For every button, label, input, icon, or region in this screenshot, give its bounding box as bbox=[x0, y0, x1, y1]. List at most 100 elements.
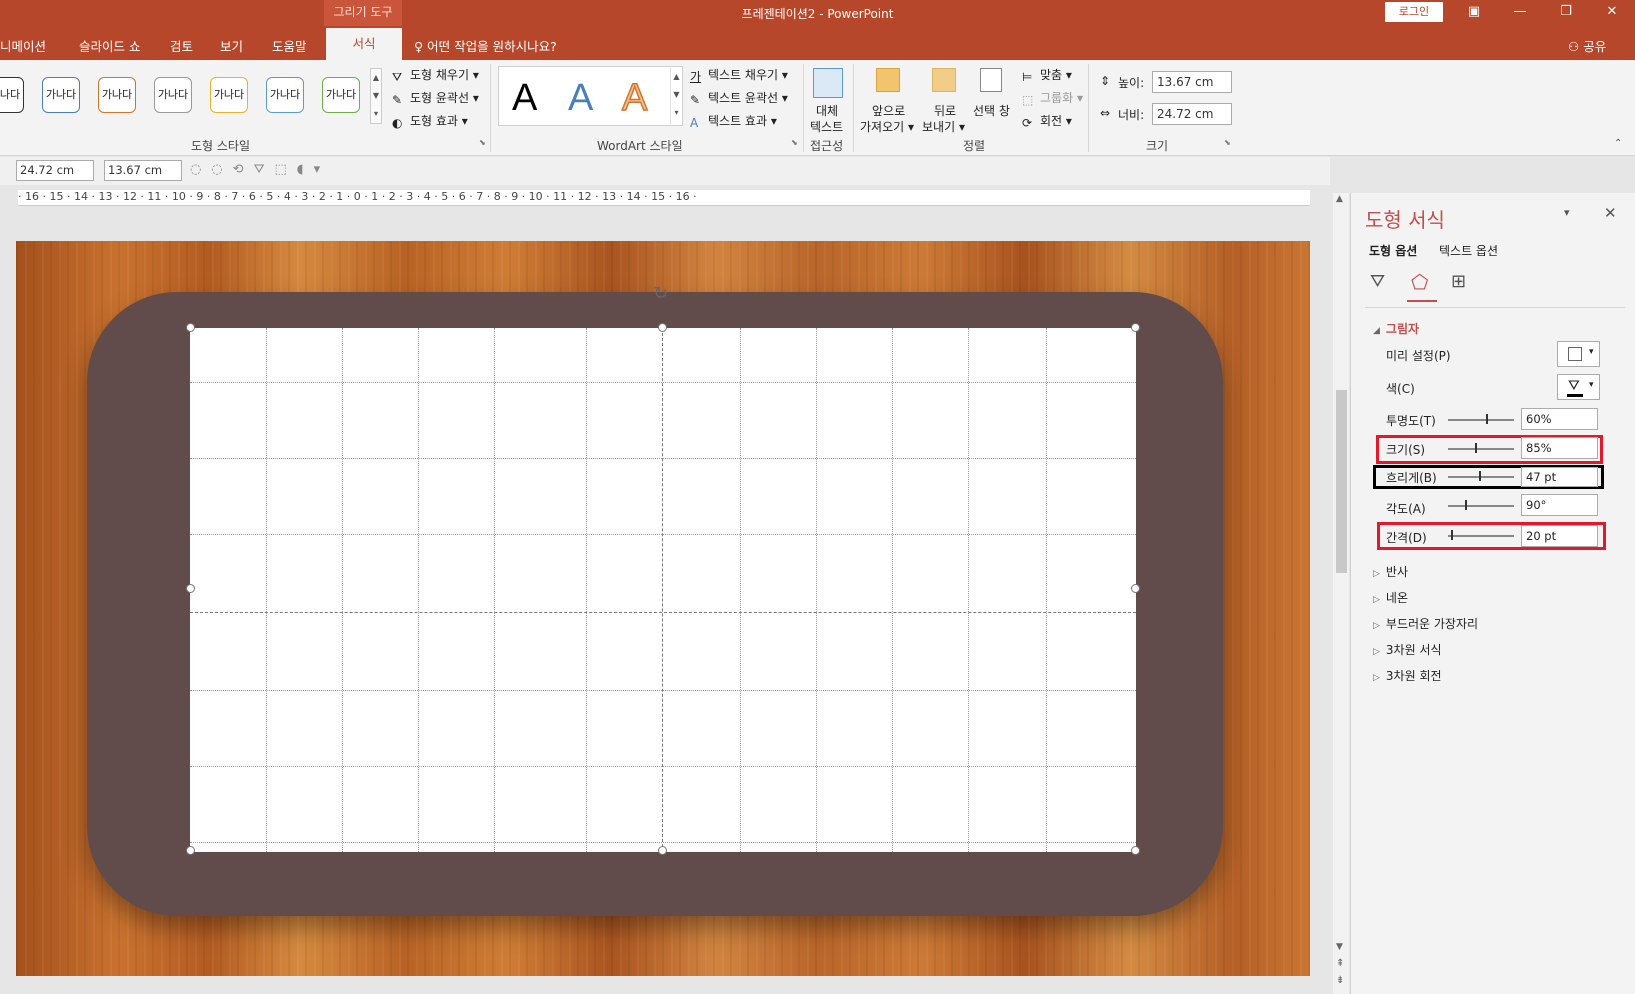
preset-dropdown[interactable]: ▾ bbox=[1557, 341, 1600, 367]
tab-slideshow[interactable]: 슬라이드 쇼 bbox=[79, 36, 140, 55]
shadow-angle-input[interactable]: 90° bbox=[1521, 494, 1598, 516]
fill-line-icon[interactable]: ⛛ bbox=[1370, 271, 1385, 292]
size-properties-icon[interactable]: ⊞ bbox=[1451, 271, 1466, 292]
text-outline-button[interactable]: ✎ 텍스트 윤곽선 ▾ bbox=[690, 89, 788, 107]
shadow-blur-slider[interactable] bbox=[1448, 476, 1514, 478]
close-window-icon[interactable]: ✕ bbox=[1595, 2, 1629, 22]
tab-animations[interactable]: 니메이션 bbox=[0, 36, 46, 55]
shadow-size-slider[interactable] bbox=[1448, 448, 1514, 450]
resize-handle-bottom[interactable] bbox=[658, 846, 667, 855]
scroll-down-icon[interactable]: ▼ bbox=[1336, 942, 1343, 952]
shadow-size-input[interactable]: 85% bbox=[1521, 437, 1598, 459]
tab-view[interactable]: 보기 bbox=[220, 36, 243, 55]
shape-style-gallery-scroll[interactable]: ▲ ▼ ▾ bbox=[370, 68, 382, 124]
next-slide-icon[interactable]: ⇟ bbox=[1336, 975, 1344, 986]
vertical-scrollbar[interactable] bbox=[1333, 193, 1349, 994]
shadow-distance-slider[interactable] bbox=[1448, 535, 1514, 537]
section-reflection[interactable]: ▷ 반사 bbox=[1373, 563, 1408, 580]
resize-handle-top[interactable] bbox=[658, 323, 667, 332]
ribbon-display-icon[interactable]: ▣ bbox=[1457, 2, 1491, 22]
shadow-color-dropdown[interactable]: ⛛ ▾ bbox=[1557, 374, 1600, 400]
shape-style-6[interactable]: 가나다 bbox=[266, 77, 304, 113]
section-soft-edges[interactable]: ▷ 부드러운 가장자리 bbox=[1373, 615, 1478, 632]
tell-me-search[interactable]: ♀ 어떤 작업을 원하시나요? bbox=[414, 36, 557, 55]
section-shadow[interactable]: ◢ 그림자 bbox=[1373, 320, 1419, 337]
rotate-handle-icon[interactable]: ↻ bbox=[653, 283, 668, 304]
shadow-blur-label: 흐리게(B) bbox=[1386, 471, 1437, 485]
slide[interactable] bbox=[16, 241, 1310, 976]
text-effect-button[interactable]: A 텍스트 효과 ▾ bbox=[690, 112, 777, 130]
wordart-gallery-scroll[interactable]: ▲ ▼ ▾ bbox=[670, 68, 682, 124]
bring-forward-line2[interactable]: 가져오기 ▾ bbox=[860, 118, 914, 135]
selection-pane-button[interactable]: 선택 창 bbox=[973, 102, 1010, 119]
shape-effect-button[interactable]: ◐ 도형 효과 ▾ bbox=[392, 112, 468, 130]
group-label-size: 크기 bbox=[1146, 139, 1169, 153]
scroll-up-icon[interactable]: ▲ bbox=[1336, 194, 1343, 204]
shape-style-2[interactable]: 가나다 bbox=[42, 77, 80, 113]
quick-height-input[interactable]: 13.67 cm bbox=[104, 160, 182, 181]
wordart-style-black[interactable]: A bbox=[512, 78, 537, 118]
transparency-slider-thumb[interactable] bbox=[1486, 414, 1488, 424]
shape-style-1[interactable]: 가나다 bbox=[0, 77, 24, 113]
shadow-distance-slider-thumb[interactable] bbox=[1451, 530, 1453, 540]
shape-style-3[interactable]: 가나다 bbox=[98, 77, 136, 113]
dialog-launcher-icon[interactable]: ⬊ bbox=[791, 138, 798, 147]
shadow-blur-slider-thumb[interactable] bbox=[1479, 471, 1481, 481]
width-input[interactable]: 24.72 cm bbox=[1152, 103, 1232, 125]
wordart-style-orange[interactable]: A bbox=[621, 77, 648, 119]
resize-handle-top-left[interactable] bbox=[186, 323, 195, 332]
dialog-launcher-icon[interactable]: ⬊ bbox=[479, 138, 486, 147]
resize-handle-bottom-right[interactable] bbox=[1131, 846, 1140, 855]
shadow-size-slider-thumb[interactable] bbox=[1475, 443, 1477, 453]
tab-format[interactable]: 서식 bbox=[326, 28, 402, 60]
minimize-icon[interactable]: — bbox=[1503, 2, 1537, 22]
resize-handle-right[interactable] bbox=[1131, 584, 1140, 593]
shadow-distance-input[interactable]: 20 pt bbox=[1521, 525, 1598, 547]
shape-style-7[interactable]: 가나다 bbox=[322, 77, 360, 113]
shape-style-5[interactable]: 가나다 bbox=[210, 77, 248, 113]
bring-forward-line1[interactable]: 앞으로 bbox=[872, 102, 905, 119]
effects-pentagon-icon[interactable]: ⬠ bbox=[1411, 270, 1428, 294]
pane-close-icon[interactable]: ✕ bbox=[1604, 204, 1617, 222]
tab-text-options[interactable]: 텍스트 옵션 bbox=[1439, 242, 1498, 259]
tab-review[interactable]: 검토 bbox=[170, 36, 193, 55]
send-backward-line2[interactable]: 보내기 ▾ bbox=[922, 118, 965, 135]
restore-icon[interactable]: ❐ bbox=[1549, 2, 1583, 22]
alt-text-button-line2[interactable]: 텍스트 bbox=[810, 118, 843, 135]
resize-handle-bottom-left[interactable] bbox=[186, 846, 195, 855]
shadow-blur-input[interactable]: 47 pt bbox=[1521, 467, 1598, 487]
rotate-button[interactable]: ⟳ 회전 ▾ bbox=[1022, 112, 1072, 130]
section-3d-format[interactable]: ▷ 3차원 서식 bbox=[1373, 641, 1442, 658]
quick-toolbar-icons[interactable]: ◌◌⟲⛛⬚◖▾ bbox=[190, 162, 330, 177]
alt-text-button-line1[interactable]: 대체 bbox=[816, 102, 838, 119]
align-button[interactable]: ⊨ 맞춤 ▾ bbox=[1022, 66, 1072, 84]
pane-options-chevron-icon[interactable]: ▾ bbox=[1564, 206, 1570, 219]
resize-handle-left[interactable] bbox=[186, 584, 195, 593]
shadow-angle-slider[interactable] bbox=[1448, 505, 1514, 507]
tab-shape-options[interactable]: 도형 옵션 bbox=[1369, 242, 1417, 259]
transparency-input[interactable]: 60% bbox=[1521, 408, 1598, 430]
prev-slide-icon[interactable]: ⇞ bbox=[1336, 958, 1344, 969]
transparency-slider[interactable] bbox=[1448, 419, 1514, 421]
login-button[interactable]: 로그인 bbox=[1385, 2, 1443, 22]
group-button[interactable]: ⬚ 그룹화 ▾ bbox=[1022, 89, 1083, 107]
shadow-angle-slider-thumb[interactable] bbox=[1465, 500, 1467, 510]
quick-width-input[interactable]: 24.72 cm bbox=[16, 160, 94, 181]
section-glow[interactable]: ▷ 네온 bbox=[1373, 589, 1408, 606]
dialog-launcher-icon[interactable]: ⬊ bbox=[1224, 138, 1231, 147]
shape-outline-button[interactable]: ✎ 도형 윤곽선 ▾ bbox=[392, 89, 479, 107]
lightbulb-icon: ♀ bbox=[414, 39, 428, 54]
selected-rectangle-shape[interactable] bbox=[190, 328, 1136, 852]
wordart-style-blue[interactable]: A bbox=[568, 78, 593, 118]
scrollbar-thumb[interactable] bbox=[1336, 390, 1347, 573]
height-input[interactable]: 13.67 cm bbox=[1152, 71, 1232, 93]
share-button[interactable]: ⚇ 공유 bbox=[1568, 36, 1606, 55]
text-fill-button[interactable]: 가 텍스트 채우기 ▾ bbox=[690, 66, 788, 84]
send-backward-line1[interactable]: 뒤로 bbox=[934, 102, 956, 119]
resize-handle-top-right[interactable] bbox=[1131, 323, 1140, 332]
shape-fill-button[interactable]: ⛛ 도형 채우기 ▾ bbox=[392, 66, 479, 84]
collapse-ribbon-icon[interactable]: ⌃ bbox=[1614, 138, 1622, 149]
section-3d-rotation[interactable]: ▷ 3차원 회전 bbox=[1373, 667, 1442, 684]
tab-help[interactable]: 도움말 bbox=[272, 36, 307, 55]
shape-style-4[interactable]: 가나다 bbox=[154, 77, 192, 113]
